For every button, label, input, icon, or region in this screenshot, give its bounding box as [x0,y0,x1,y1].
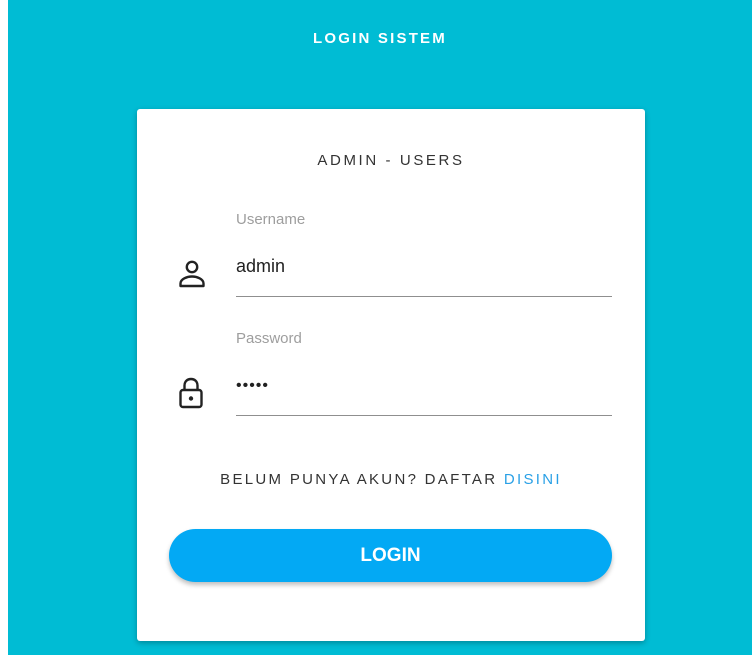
password-label: Password [236,330,302,347]
register-prompt-text: BELUM PUNYA AKUN? DAFTAR [220,471,498,488]
page-title: LOGIN SISTEM [313,30,447,47]
login-card: ADMIN - USERS Username Password BELUM PU… [137,109,645,641]
username-label: Username [236,211,306,228]
password-input[interactable] [236,370,612,416]
login-button[interactable]: LOGIN [169,529,612,582]
username-field: Username [236,211,612,297]
lock-icon [177,376,205,409]
register-link[interactable]: DISINI [504,471,562,488]
username-input[interactable] [236,251,612,297]
register-prompt: BELUM PUNYA AKUN? DAFTAR DISINI [137,471,645,488]
card-title: ADMIN - USERS [317,152,465,169]
user-icon [178,259,206,291]
password-field: Password [236,330,612,416]
